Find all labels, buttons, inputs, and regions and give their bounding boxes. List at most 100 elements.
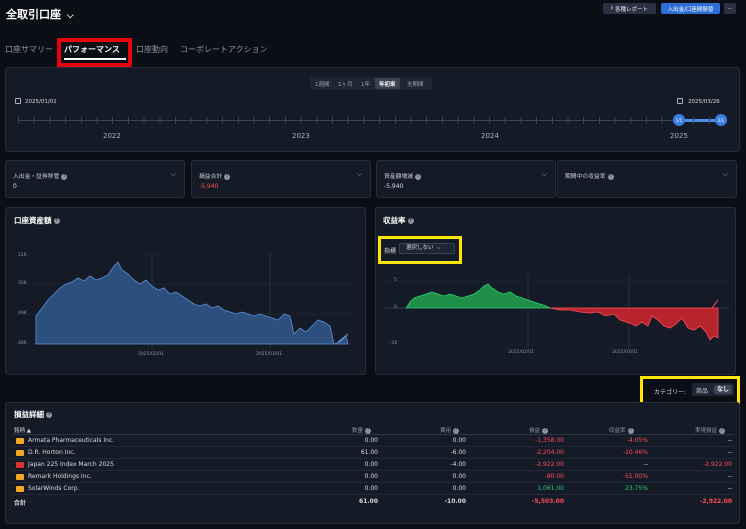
help-icon: ?: [53, 218, 60, 224]
table-row[interactable]: Remark Holdings Inc. 0.00 0.00 -80.00 -5…: [12, 471, 734, 483]
period-1-year[interactable]: 1年: [357, 78, 374, 89]
range-end-handle[interactable]: 3/1: [715, 114, 727, 126]
total-label: 合計: [14, 500, 27, 507]
symbol-name: SolarWinds Corp.: [28, 485, 80, 492]
start-date[interactable]: 2025/01/01: [25, 99, 57, 105]
chevron-down-icon: ⌵: [722, 170, 728, 178]
pl-value: -80.00: [544, 473, 564, 480]
period-1-week[interactable]: 1週間: [311, 78, 334, 89]
quantity-value: 0.00: [364, 437, 378, 444]
help-icon: ?: [46, 412, 52, 418]
cost-value: -4.00: [450, 461, 466, 468]
x-tick: 2025/03/01: [256, 352, 282, 357]
col-header-quantity: 数量?: [352, 426, 372, 434]
report-button[interactable]: ⭳ 各種レポート: [603, 3, 656, 14]
col-header-return-text: 収益率: [609, 428, 626, 434]
cost-value: 0.00: [452, 437, 466, 444]
timeline-year: 2022: [103, 132, 121, 140]
more-button[interactable]: ···: [724, 3, 736, 14]
page-title[interactable]: 全取引口座 ⌵: [6, 6, 74, 22]
summary-label: 損益合計?: [199, 171, 231, 180]
summary-card-deposits[interactable]: 入出金・証券移管? 0 ⌵: [5, 160, 185, 198]
summary-label-text: 損益合計: [199, 174, 223, 180]
highlight-performance-tab: [57, 38, 132, 67]
quantity-value: 0.00: [364, 473, 378, 480]
realized-value: --: [727, 473, 732, 480]
table-row[interactable]: SolarWinds Corp. 0.00 0.00 1,061.00 23.7…: [12, 483, 734, 495]
asset-chart: [14, 253, 354, 348]
col-header-cost-text: 費用: [440, 428, 452, 434]
col-header-symbol[interactable]: 銘柄 ▲: [14, 426, 31, 434]
pl-value: 1,061.00: [537, 485, 564, 492]
y-tick: 5: [394, 278, 397, 283]
col-header-realized-text: 実現損益: [695, 428, 718, 434]
y-tick: -10: [390, 341, 398, 346]
col-header-pl: 損益?: [529, 426, 549, 434]
quantity-value: 0.00: [364, 485, 378, 492]
range-start-handle[interactable]: 1/1: [673, 114, 685, 126]
download-icon: ⭳: [611, 5, 613, 11]
stock-icon: [16, 450, 24, 456]
summary-label-text: 入出金・証券移管: [13, 174, 60, 180]
index-icon: [16, 462, 24, 468]
tab-corporate-action[interactable]: コーポレートアクション: [180, 44, 268, 55]
calendar-icon: [15, 98, 21, 104]
table-total-row: 合計 61.00 -10.00 -5,503.00 -2,922.00: [12, 496, 734, 508]
return-chart-title: 収益率?: [383, 215, 414, 226]
chevron-down-icon: ⌵: [541, 170, 547, 178]
stock-icon: [16, 438, 24, 444]
help-icon: ?: [224, 173, 231, 180]
total-quantity: 61.00: [359, 498, 378, 505]
start-handle-label: 1/1: [675, 117, 683, 123]
stock-icon: [16, 474, 24, 480]
summary-card-asset-change[interactable]: 資産額増減? -5,940 ⌵: [376, 160, 556, 198]
summary-value: -5,940: [384, 183, 404, 190]
end-date[interactable]: 2025/03/26: [688, 99, 720, 105]
help-icon: ?: [542, 427, 549, 434]
tab-account-trend[interactable]: 口座動向: [136, 44, 168, 55]
period-all[interactable]: 全期間: [403, 78, 428, 89]
deposit-transfer-button[interactable]: 入出金/口座間振替: [661, 3, 720, 14]
quantity-value: 61.00: [360, 449, 378, 456]
symbol-name: Armata Pharmaceuticals Inc.: [28, 437, 115, 444]
pl-table-title: 損益詳細?: [14, 409, 52, 420]
table-row[interactable]: Armata Pharmaceuticals Inc. 0.00 0.00 -1…: [12, 435, 734, 447]
col-header-return: 収益率?: [609, 426, 634, 434]
return-value: -51.00%: [622, 473, 648, 480]
help-icon: ?: [415, 173, 421, 180]
summary-label: 資産額増減?: [384, 171, 421, 180]
stock-icon: [16, 486, 24, 492]
table-row[interactable]: D.R. Horton Inc. 61.00 -6.00 -2,204.00 -…: [12, 447, 734, 459]
return-positive-area: [405, 283, 551, 309]
total-cost: -10.00: [444, 498, 466, 505]
pl-value: -2,922.00: [535, 461, 564, 468]
realized-value: -2,922.00: [703, 461, 732, 468]
timeline-ticks: [18, 117, 724, 124]
cost-value: -6.00: [450, 449, 466, 456]
col-header-pl-text: 損益: [529, 428, 541, 434]
summary-label: 期間中の収益率?: [565, 171, 614, 180]
cost-value: 0.00: [452, 485, 466, 492]
summary-value: -5,940: [199, 183, 219, 190]
summary-value: 0: [13, 183, 17, 190]
summary-label-text: 資産額増減: [384, 174, 413, 180]
help-icon: ?: [407, 218, 414, 224]
realized-value: --: [727, 485, 732, 492]
symbol-name: Remark Holdings Inc.: [28, 473, 92, 480]
y-tick: 51K: [18, 253, 27, 258]
col-header-cost: 費用?: [440, 426, 460, 434]
help-icon: ?: [719, 427, 726, 434]
pl-value: -1,358.00: [535, 437, 564, 444]
deposit-label: 入出金/口座間振替: [667, 6, 714, 13]
summary-card-profit-loss[interactable]: 損益合計? -5,940 ⌵: [191, 160, 371, 198]
calendar-icon: [677, 98, 683, 104]
chevron-down-icon: ⌵: [170, 170, 176, 178]
period-ytd[interactable]: 年初来: [375, 78, 400, 89]
summary-card-period-return[interactable]: 期間中の収益率? ⌵: [557, 160, 737, 198]
period-1-month[interactable]: 1ヶ月: [334, 78, 357, 89]
tab-account-summary[interactable]: 口座サマリー: [5, 44, 53, 55]
total-pl: -5,503.00: [531, 498, 564, 505]
y-tick: 0: [394, 305, 397, 310]
table-row[interactable]: Japan 225 Index March 2025 0.00 -4.00 -2…: [12, 459, 734, 471]
help-icon: ?: [453, 427, 460, 434]
